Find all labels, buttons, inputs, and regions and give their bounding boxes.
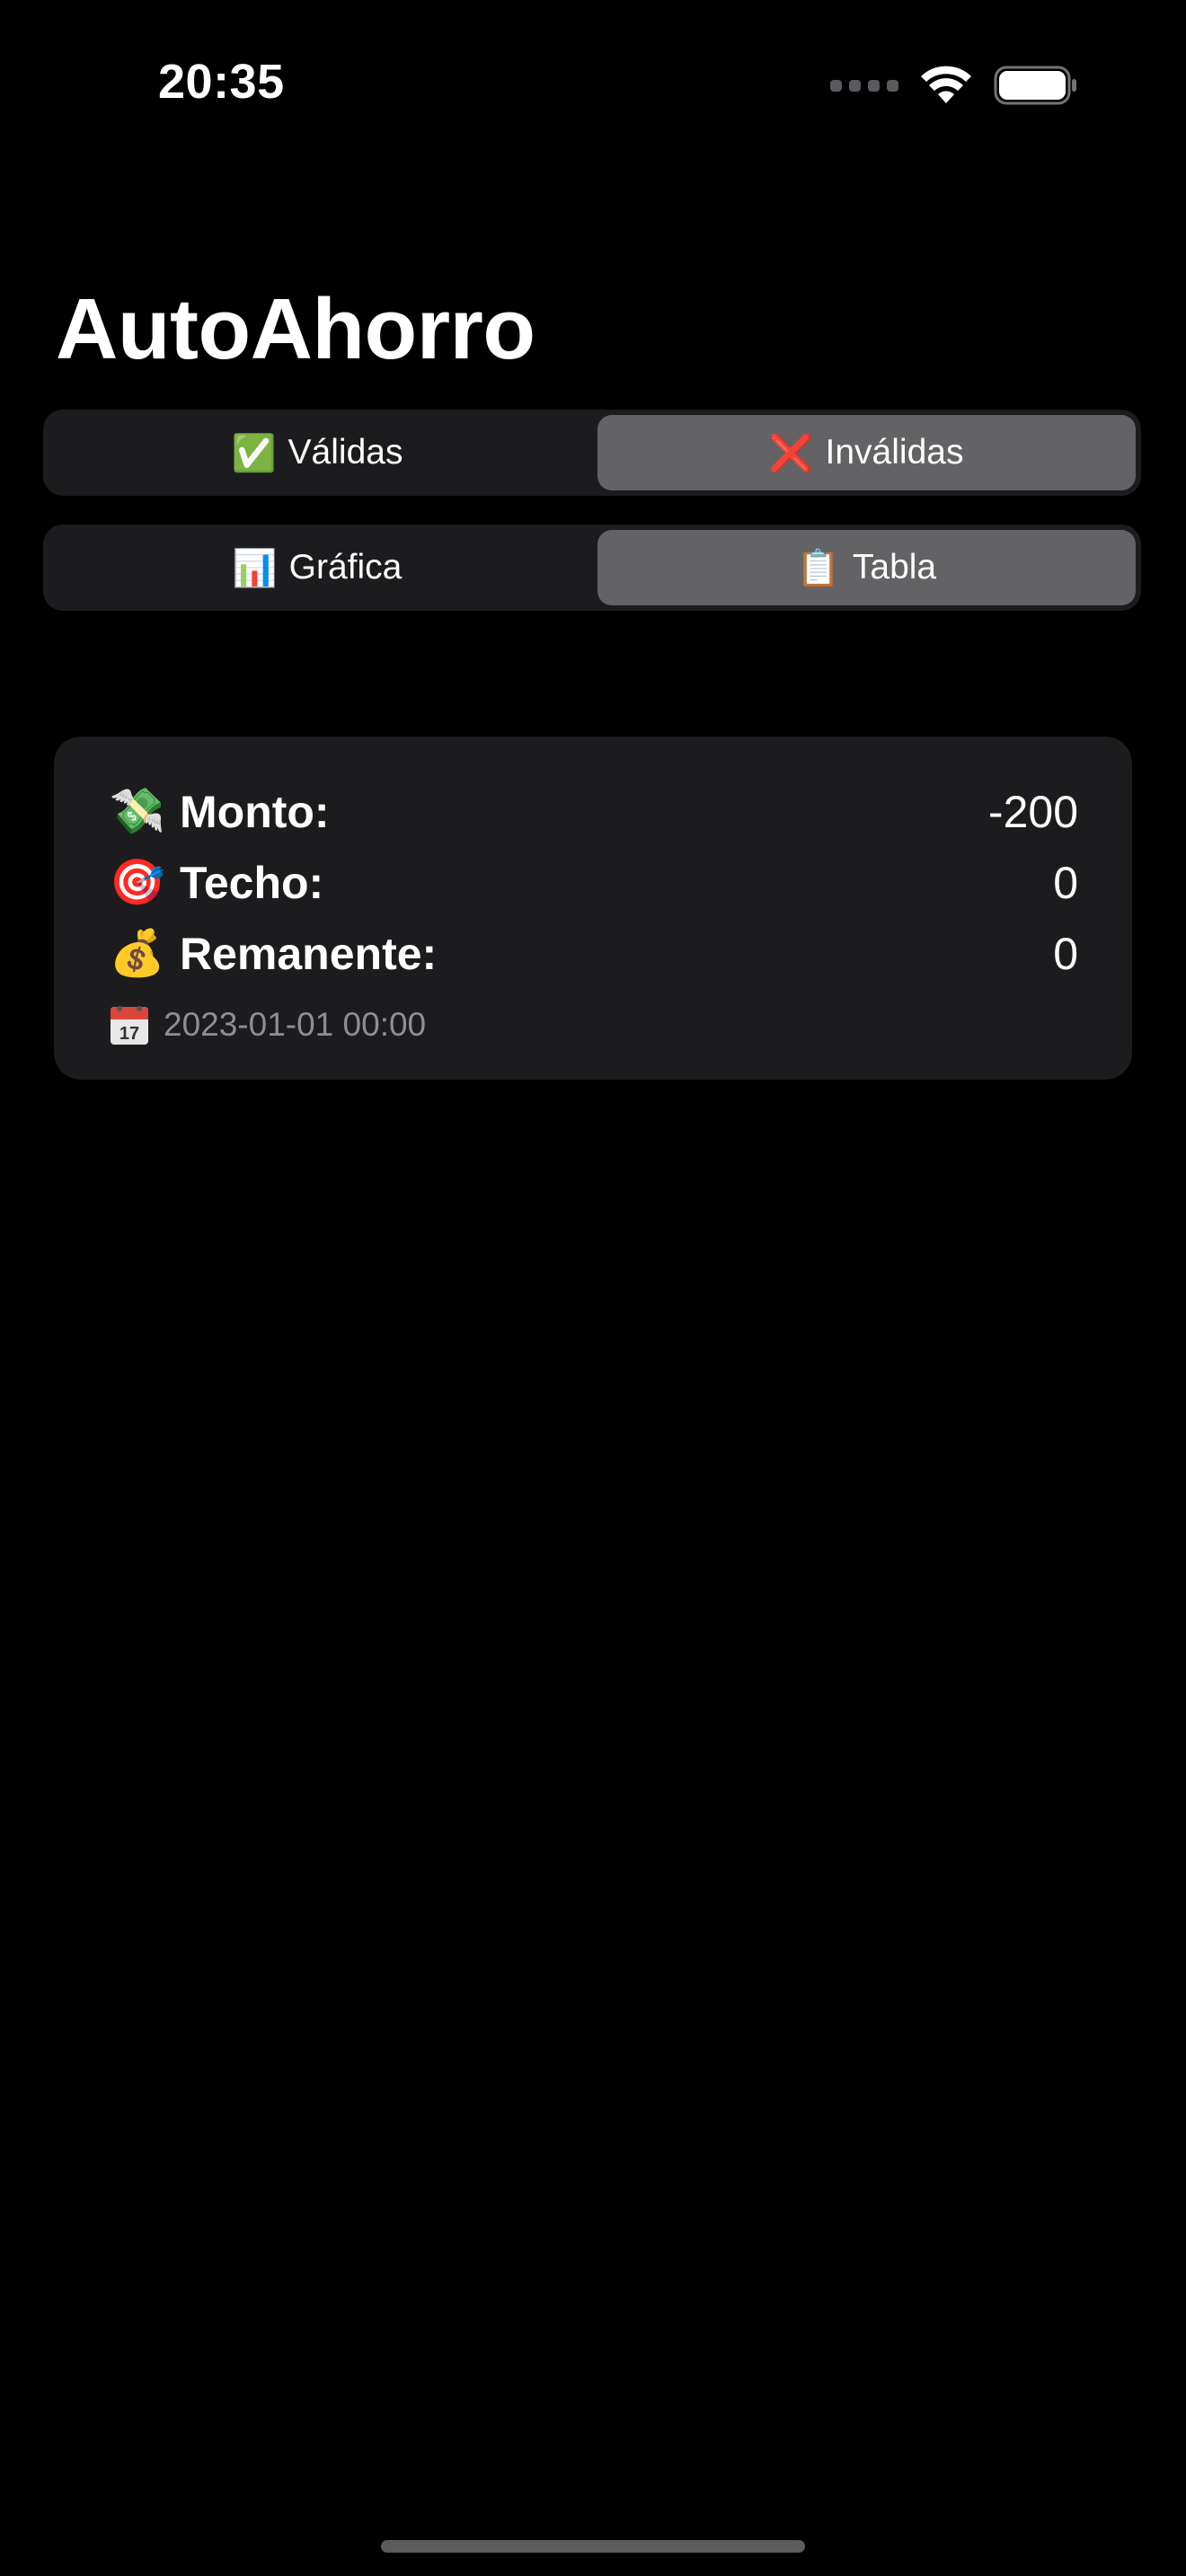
home-indicator[interactable] [381,2540,805,2553]
status-icons [830,63,1078,108]
money-bag-icon: 💰 [109,928,166,978]
svg-text:17: 17 [119,1024,139,1044]
tab-invalidas-label: Inválidas [825,433,964,472]
entry-date: 2023-01-01 00:00 [164,1006,427,1043]
bar-chart-icon: 📊 [232,548,278,588]
techo-value: 0 [1053,857,1078,908]
clipboard-icon: 📋 [795,548,841,588]
view-segmented-control: 📊 Gráfica 📋 Tabla [43,525,1141,611]
tab-tabla[interactable]: 📋 Tabla [597,530,1136,605]
battery-icon [994,66,1076,105]
monto-label: Monto: [180,786,330,837]
remanente-label: Remanente: [180,928,438,979]
tab-grafica[interactable]: 📊 Gráfica [49,530,587,605]
status-time: 20:35 [158,55,285,109]
target-icon: 🎯 [109,857,166,907]
monto-value: -200 [987,786,1078,837]
calendar-icon: 17 [108,1002,151,1047]
money-with-wings-icon: 💸 [109,786,166,836]
date-row: 17 2023-01-01 00:00 [108,998,1078,1052]
check-mark-icon: ✅ [231,433,277,473]
tab-validas[interactable]: ✅ Válidas [49,415,587,490]
cross-mark-icon: ❌ [768,433,814,473]
techo-label: Techo: [180,857,324,908]
remanente-value: 0 [1053,928,1078,979]
remanente-row: 💰 Remanente: 0 [108,918,1078,989]
page-title: AutoAhorro [56,281,535,377]
tab-grafica-label: Gráfica [288,548,403,587]
entry-card[interactable]: 💸 Monto: -200 🎯 Techo: 0 💰 Remanente: 0 … [54,737,1132,1080]
tab-invalidas[interactable]: ❌ Inválidas [597,415,1136,490]
validity-segmented-control: ✅ Válidas ❌ Inválidas [43,410,1141,496]
cellular-signal-icon [830,79,898,92]
wifi-icon [921,66,971,103]
tab-tabla-label: Tabla [852,548,937,587]
tab-validas-label: Válidas [288,433,403,472]
techo-row: 🎯 Techo: 0 [108,847,1078,918]
monto-row: 💸 Monto: -200 [108,776,1078,847]
